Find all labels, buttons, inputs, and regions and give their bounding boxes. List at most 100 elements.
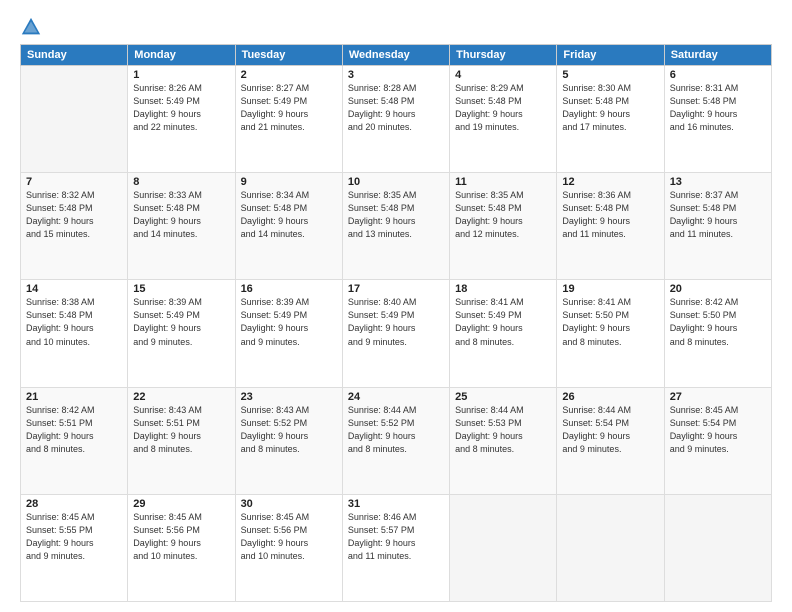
day-info: Sunrise: 8:43 AMSunset: 5:52 PMDaylight:… [241,404,337,456]
day-info: Sunrise: 8:44 AMSunset: 5:53 PMDaylight:… [455,404,551,456]
day-number: 10 [348,176,444,188]
calendar-cell: 10Sunrise: 8:35 AMSunset: 5:48 PMDayligh… [342,173,449,280]
day-number: 30 [241,498,337,510]
day-number: 4 [455,69,551,81]
calendar-cell: 3Sunrise: 8:28 AMSunset: 5:48 PMDaylight… [342,66,449,173]
calendar-cell: 2Sunrise: 8:27 AMSunset: 5:49 PMDaylight… [235,66,342,173]
day-number: 13 [670,176,766,188]
calendar-cell: 30Sunrise: 8:45 AMSunset: 5:56 PMDayligh… [235,494,342,601]
calendar-week-row: 14Sunrise: 8:38 AMSunset: 5:48 PMDayligh… [21,280,772,387]
day-info: Sunrise: 8:41 AMSunset: 5:50 PMDaylight:… [562,296,658,348]
weekday-header: Friday [557,45,664,66]
day-number: 8 [133,176,229,188]
calendar-cell: 29Sunrise: 8:45 AMSunset: 5:56 PMDayligh… [128,494,235,601]
header [20,16,772,38]
calendar-cell: 28Sunrise: 8:45 AMSunset: 5:55 PMDayligh… [21,494,128,601]
day-number: 22 [133,391,229,403]
calendar-cell: 9Sunrise: 8:34 AMSunset: 5:48 PMDaylight… [235,173,342,280]
day-number: 2 [241,69,337,81]
day-info: Sunrise: 8:39 AMSunset: 5:49 PMDaylight:… [133,296,229,348]
day-info: Sunrise: 8:30 AMSunset: 5:48 PMDaylight:… [562,82,658,134]
day-info: Sunrise: 8:27 AMSunset: 5:49 PMDaylight:… [241,82,337,134]
calendar-cell: 27Sunrise: 8:45 AMSunset: 5:54 PMDayligh… [664,387,771,494]
calendar-cell [21,66,128,173]
day-number: 28 [26,498,122,510]
calendar-table: SundayMondayTuesdayWednesdayThursdayFrid… [20,44,772,602]
day-info: Sunrise: 8:42 AMSunset: 5:51 PMDaylight:… [26,404,122,456]
day-number: 17 [348,283,444,295]
calendar-cell: 22Sunrise: 8:43 AMSunset: 5:51 PMDayligh… [128,387,235,494]
calendar-cell: 12Sunrise: 8:36 AMSunset: 5:48 PMDayligh… [557,173,664,280]
day-info: Sunrise: 8:45 AMSunset: 5:55 PMDaylight:… [26,511,122,563]
day-info: Sunrise: 8:34 AMSunset: 5:48 PMDaylight:… [241,189,337,241]
day-info: Sunrise: 8:38 AMSunset: 5:48 PMDaylight:… [26,296,122,348]
day-number: 18 [455,283,551,295]
day-info: Sunrise: 8:41 AMSunset: 5:49 PMDaylight:… [455,296,551,348]
weekday-row: SundayMondayTuesdayWednesdayThursdayFrid… [21,45,772,66]
day-number: 21 [26,391,122,403]
day-number: 23 [241,391,337,403]
calendar-week-row: 21Sunrise: 8:42 AMSunset: 5:51 PMDayligh… [21,387,772,494]
day-info: Sunrise: 8:45 AMSunset: 5:56 PMDaylight:… [133,511,229,563]
day-info: Sunrise: 8:45 AMSunset: 5:54 PMDaylight:… [670,404,766,456]
day-info: Sunrise: 8:35 AMSunset: 5:48 PMDaylight:… [455,189,551,241]
calendar-cell: 19Sunrise: 8:41 AMSunset: 5:50 PMDayligh… [557,280,664,387]
calendar-body: 1Sunrise: 8:26 AMSunset: 5:49 PMDaylight… [21,66,772,602]
day-number: 27 [670,391,766,403]
day-info: Sunrise: 8:35 AMSunset: 5:48 PMDaylight:… [348,189,444,241]
day-info: Sunrise: 8:45 AMSunset: 5:56 PMDaylight:… [241,511,337,563]
day-info: Sunrise: 8:43 AMSunset: 5:51 PMDaylight:… [133,404,229,456]
day-number: 12 [562,176,658,188]
weekday-header: Wednesday [342,45,449,66]
calendar-header: SundayMondayTuesdayWednesdayThursdayFrid… [21,45,772,66]
day-number: 16 [241,283,337,295]
day-info: Sunrise: 8:29 AMSunset: 5:48 PMDaylight:… [455,82,551,134]
day-info: Sunrise: 8:44 AMSunset: 5:52 PMDaylight:… [348,404,444,456]
calendar-cell: 5Sunrise: 8:30 AMSunset: 5:48 PMDaylight… [557,66,664,173]
day-info: Sunrise: 8:31 AMSunset: 5:48 PMDaylight:… [670,82,766,134]
calendar-cell: 15Sunrise: 8:39 AMSunset: 5:49 PMDayligh… [128,280,235,387]
calendar-week-row: 28Sunrise: 8:45 AMSunset: 5:55 PMDayligh… [21,494,772,601]
logo-icon [20,16,42,38]
calendar-cell: 1Sunrise: 8:26 AMSunset: 5:49 PMDaylight… [128,66,235,173]
weekday-header: Tuesday [235,45,342,66]
calendar-cell: 8Sunrise: 8:33 AMSunset: 5:48 PMDaylight… [128,173,235,280]
day-info: Sunrise: 8:26 AMSunset: 5:49 PMDaylight:… [133,82,229,134]
day-info: Sunrise: 8:46 AMSunset: 5:57 PMDaylight:… [348,511,444,563]
calendar-cell: 16Sunrise: 8:39 AMSunset: 5:49 PMDayligh… [235,280,342,387]
day-info: Sunrise: 8:37 AMSunset: 5:48 PMDaylight:… [670,189,766,241]
day-number: 1 [133,69,229,81]
calendar-cell: 26Sunrise: 8:44 AMSunset: 5:54 PMDayligh… [557,387,664,494]
day-info: Sunrise: 8:40 AMSunset: 5:49 PMDaylight:… [348,296,444,348]
day-number: 3 [348,69,444,81]
calendar-cell: 25Sunrise: 8:44 AMSunset: 5:53 PMDayligh… [450,387,557,494]
logo [20,16,44,38]
calendar-cell [664,494,771,601]
day-number: 31 [348,498,444,510]
day-info: Sunrise: 8:28 AMSunset: 5:48 PMDaylight:… [348,82,444,134]
day-number: 5 [562,69,658,81]
calendar-week-row: 7Sunrise: 8:32 AMSunset: 5:48 PMDaylight… [21,173,772,280]
calendar-cell: 13Sunrise: 8:37 AMSunset: 5:48 PMDayligh… [664,173,771,280]
day-info: Sunrise: 8:33 AMSunset: 5:48 PMDaylight:… [133,189,229,241]
calendar-cell: 17Sunrise: 8:40 AMSunset: 5:49 PMDayligh… [342,280,449,387]
day-info: Sunrise: 8:32 AMSunset: 5:48 PMDaylight:… [26,189,122,241]
day-info: Sunrise: 8:36 AMSunset: 5:48 PMDaylight:… [562,189,658,241]
day-number: 9 [241,176,337,188]
calendar-cell: 7Sunrise: 8:32 AMSunset: 5:48 PMDaylight… [21,173,128,280]
calendar-cell: 14Sunrise: 8:38 AMSunset: 5:48 PMDayligh… [21,280,128,387]
day-number: 7 [26,176,122,188]
page: SundayMondayTuesdayWednesdayThursdayFrid… [0,0,792,612]
calendar-cell: 6Sunrise: 8:31 AMSunset: 5:48 PMDaylight… [664,66,771,173]
day-number: 6 [670,69,766,81]
day-number: 14 [26,283,122,295]
calendar-cell: 11Sunrise: 8:35 AMSunset: 5:48 PMDayligh… [450,173,557,280]
calendar-cell: 21Sunrise: 8:42 AMSunset: 5:51 PMDayligh… [21,387,128,494]
calendar-cell: 18Sunrise: 8:41 AMSunset: 5:49 PMDayligh… [450,280,557,387]
weekday-header: Sunday [21,45,128,66]
weekday-header: Thursday [450,45,557,66]
weekday-header: Monday [128,45,235,66]
day-number: 29 [133,498,229,510]
calendar-cell [450,494,557,601]
calendar-cell: 23Sunrise: 8:43 AMSunset: 5:52 PMDayligh… [235,387,342,494]
